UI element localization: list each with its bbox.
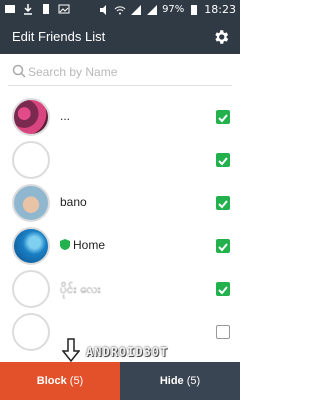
avatar: [12, 227, 50, 265]
hide-count: (5): [186, 375, 201, 387]
check-icon: [218, 286, 228, 295]
battery-level: 97%: [162, 4, 185, 15]
page-title: Edit Friends List: [12, 29, 106, 44]
friends-list: ... bano Home ပိုင်း လေး: [0, 96, 240, 354]
app-bar: Edit Friends List: [0, 20, 240, 54]
check-icon: [218, 157, 228, 166]
block-count: (5): [69, 375, 84, 387]
avatar: [12, 313, 50, 351]
battery-icon: [191, 4, 198, 15]
friend-checkbox[interactable]: [216, 110, 230, 124]
watermark: ANDROID30T: [86, 345, 169, 359]
block-label: Block: [36, 375, 67, 387]
shield-icon: [60, 239, 70, 250]
friend-name: ...: [60, 109, 71, 123]
signal-icon-2: [147, 4, 158, 15]
friend-checkbox[interactable]: [216, 325, 230, 339]
mute-icon: [100, 4, 107, 15]
search-bar: [8, 58, 232, 86]
check-icon: [218, 114, 228, 123]
list-item[interactable]: bano: [0, 182, 240, 225]
friend-name-wrap: Home: [60, 238, 105, 252]
arrow-down-icon: [62, 338, 80, 362]
sim-icon: [43, 4, 49, 14]
friend-checkbox[interactable]: [216, 282, 230, 296]
image-icon: [58, 4, 70, 14]
wifi-icon: [114, 5, 126, 14]
avatar: [12, 98, 50, 136]
list-item[interactable]: ...: [0, 96, 240, 139]
check-icon: [218, 243, 228, 252]
list-item[interactable]: ပိုင်း လေး: [0, 268, 240, 311]
friend-name: ပိုင်း လေး: [60, 282, 101, 296]
friend-name: Home: [73, 238, 106, 252]
action-bar: Block (5) Hide (5): [0, 362, 240, 400]
friend-name: bano: [60, 195, 87, 209]
search-input[interactable]: [28, 62, 224, 82]
check-icon: [218, 200, 228, 209]
hide-button[interactable]: Hide (5): [120, 362, 240, 400]
hide-label: Hide: [159, 375, 184, 387]
list-item[interactable]: Home: [0, 225, 240, 268]
avatar: [12, 184, 50, 222]
status-bar: 97% 18:23: [0, 0, 240, 20]
message-icon: [5, 5, 15, 13]
gear-icon[interactable]: [212, 28, 230, 46]
clock: 18:23: [204, 3, 236, 16]
download-icon: [24, 4, 32, 15]
avatar: [12, 141, 50, 179]
friend-checkbox[interactable]: [216, 196, 230, 210]
avatar: [12, 270, 50, 308]
signal-icon: [131, 4, 142, 15]
block-button[interactable]: Block (5): [0, 362, 120, 400]
search-icon: [12, 64, 26, 78]
friend-checkbox[interactable]: [216, 239, 230, 253]
friend-checkbox[interactable]: [216, 153, 230, 167]
list-item[interactable]: [0, 139, 240, 182]
